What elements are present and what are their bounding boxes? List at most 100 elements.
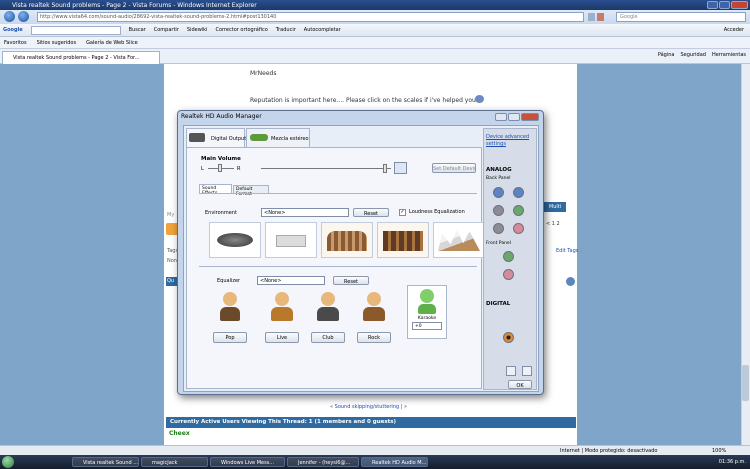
maximize-button[interactable]	[719, 1, 730, 9]
address-input[interactable]: http://www.vista64.com/sound-audio/28692…	[37, 12, 584, 22]
env-stone-image[interactable]	[209, 222, 261, 258]
rock-head	[367, 292, 381, 306]
equalizer-select[interactable]: <None>	[257, 276, 325, 285]
seguridad-menu[interactable]: Seguridad	[680, 52, 705, 58]
sitios-sugeridos-link[interactable]: Sitios sugeridos	[37, 40, 76, 46]
club-figure-icon	[313, 292, 343, 322]
equalizer-reset-button[interactable]: Reset	[333, 276, 369, 285]
karaoke-box: Karaoke +0	[407, 285, 447, 339]
settings-gear-icon[interactable]	[506, 366, 516, 376]
scales-icon[interactable]	[475, 95, 484, 103]
stop-icon[interactable]	[597, 13, 604, 21]
tab-default-format[interactable]: Default Format	[233, 185, 269, 197]
analog-label: ANALOG	[486, 167, 512, 173]
minimize-button[interactable]	[707, 1, 718, 9]
pagina-menu[interactable]: Página	[658, 52, 675, 58]
ok-button[interactable]: OK	[508, 380, 532, 389]
task-ie[interactable]: Vista realtek Sound ...	[72, 457, 139, 467]
close-button[interactable]	[731, 1, 748, 9]
task-messenger[interactable]: Windows Live Mess...	[210, 457, 285, 467]
balance-slider-thumb[interactable]	[218, 164, 222, 172]
stereo-mix-icon	[250, 134, 268, 141]
post-username[interactable]: MrNeeds	[250, 70, 276, 77]
env-opera-image[interactable]	[433, 222, 485, 258]
jack-pink-front[interactable]	[503, 269, 514, 280]
environment-label: Environment	[205, 210, 237, 216]
corrector-button[interactable]: Corrector ortográfico	[215, 27, 267, 33]
collapse-icon[interactable]	[566, 277, 575, 286]
dialog-close-button[interactable]	[521, 113, 539, 121]
buscar-button[interactable]: Buscar	[129, 27, 146, 33]
scrollbar-thumb[interactable]	[742, 365, 749, 401]
autocompletar-button[interactable]: Autocompletar	[304, 27, 341, 33]
clock[interactable]: 01:36 p.m.	[719, 459, 746, 465]
traducir-button[interactable]: Traducir	[276, 27, 296, 33]
task-magicjack[interactable]: magicJack	[141, 457, 208, 467]
equalizer-label: Equalizer	[217, 278, 241, 284]
set-default-button[interactable]: Set Default Device	[432, 163, 476, 173]
forward-icon[interactable]	[18, 11, 29, 22]
rock-figure-icon	[359, 292, 389, 322]
refresh-icon[interactable]	[588, 13, 595, 21]
thread-nav[interactable]: « Sound skipping/stuttering | »	[330, 404, 407, 410]
favorites-bar: Favoritos Sitios sugeridos Galería de We…	[0, 37, 750, 49]
spdif-jack-icon[interactable]	[503, 332, 514, 343]
jack-pink-back[interactable]	[513, 223, 524, 234]
front-panel-label: Front Panel	[486, 241, 511, 246]
env-colosseum-image[interactable]	[321, 222, 373, 258]
compartir-button[interactable]: Compartir	[154, 27, 179, 33]
digital-label: DIGITAL	[486, 301, 511, 307]
jack-green-front[interactable]	[503, 251, 514, 262]
arena-shape	[383, 231, 423, 251]
google-logo: Google	[3, 27, 23, 33]
jack-green-back[interactable]	[513, 205, 524, 216]
tab-digital-output-label: Digital Output	[211, 136, 247, 142]
environment-reset-button[interactable]: Reset	[353, 208, 389, 217]
jack-gray[interactable]	[493, 205, 504, 216]
eq-live-button[interactable]: Live	[265, 332, 299, 343]
task-jennifer[interactable]: Jennifer - (heysi6@...	[287, 457, 359, 467]
google-search-box[interactable]	[30, 25, 121, 35]
info-icon[interactable]	[522, 366, 532, 376]
galeria-web-slice-link[interactable]: Galería de Web Slice	[86, 40, 138, 46]
tab-sound-effects[interactable]: Sound Effects	[199, 184, 232, 196]
main-volume-label: Main Volume	[201, 156, 241, 162]
eq-club-button[interactable]: Club	[311, 332, 345, 343]
env-sewer-image[interactable]	[265, 222, 317, 258]
karaoke-body-icon	[418, 304, 436, 314]
volume-track	[261, 168, 391, 169]
task-realtek[interactable]: Realtek HD Audio M...	[361, 457, 428, 467]
pager[interactable]: < 1 2	[546, 221, 560, 227]
eq-pop-button[interactable]: Pop	[213, 332, 247, 343]
search-input[interactable]: Google	[616, 12, 746, 22]
herramientas-menu[interactable]: Herramientas	[712, 52, 746, 58]
window-title: Vista realtek Sound problems - Page 2 - …	[12, 2, 257, 9]
device-advanced-link[interactable]: Device advanced settings	[486, 134, 536, 148]
environment-select[interactable]: <None>	[261, 208, 349, 217]
jack-gray-2[interactable]	[493, 223, 504, 234]
back-icon[interactable]	[4, 11, 15, 22]
browser-tab[interactable]: Vista realtek Sound problems - Page 2 - …	[2, 51, 160, 64]
active-member-link[interactable]: Cheex	[169, 430, 190, 437]
jack-blue-2[interactable]	[513, 187, 524, 198]
volume-left-label: L	[201, 166, 204, 172]
start-orb-icon[interactable]	[2, 456, 14, 468]
sidewiki-button[interactable]: Sidewiki	[187, 27, 208, 33]
pop-body	[220, 307, 240, 321]
club-head	[321, 292, 335, 306]
section-divider	[199, 266, 477, 267]
jack-blue-1[interactable]	[493, 187, 504, 198]
speaker-mute-icon[interactable]	[394, 162, 407, 174]
env-arena-image[interactable]	[377, 222, 429, 258]
loudness-checkbox[interactable]: ✓	[399, 209, 406, 216]
edit-tags-link[interactable]: Edit Tags	[556, 248, 578, 254]
zoom-level[interactable]: 100%	[712, 448, 726, 454]
acceder-button[interactable]: Acceder	[724, 27, 744, 33]
volume-slider-thumb[interactable]	[383, 164, 387, 173]
favoritos-button[interactable]: Favoritos	[4, 40, 27, 46]
dialog-minimize-button[interactable]	[495, 113, 507, 121]
eq-rock-button[interactable]: Rock	[357, 332, 391, 343]
dialog-maximize-button[interactable]	[508, 113, 520, 121]
multi-quote-button[interactable]: Multi	[544, 202, 566, 212]
karaoke-value-input[interactable]: +0	[412, 322, 442, 330]
